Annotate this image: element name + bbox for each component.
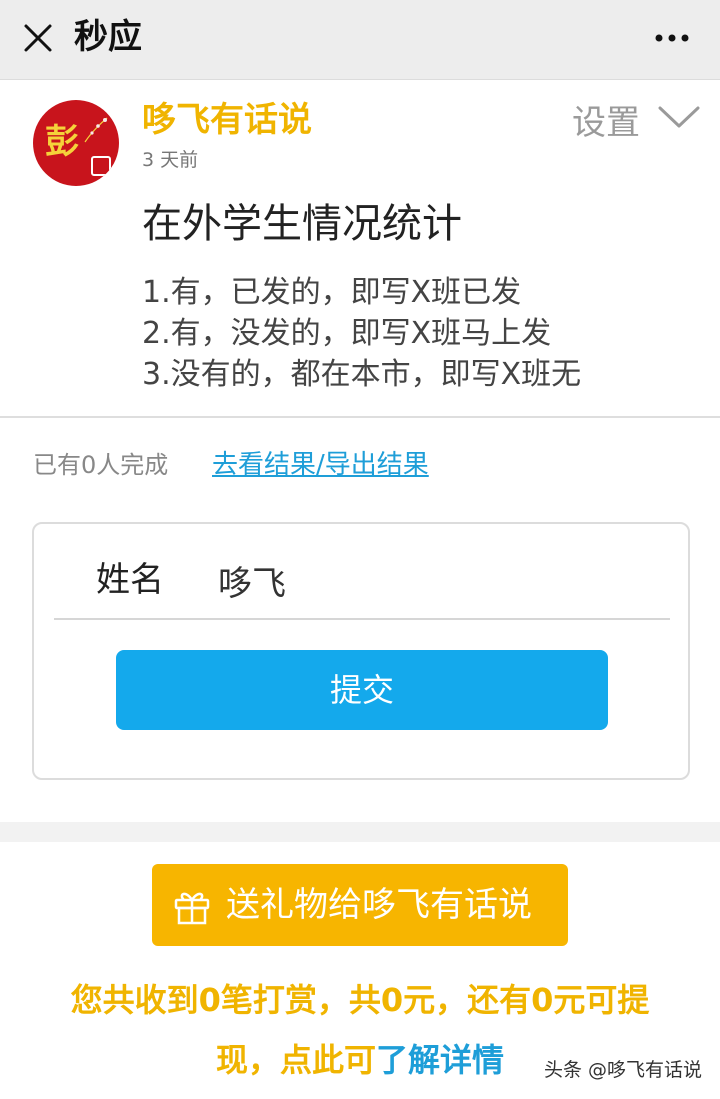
post-body-line: 3.没有的，都在本市，即写X班无 bbox=[142, 357, 582, 392]
page-title: 秒应 bbox=[74, 17, 142, 57]
reward-details-link[interactable]: 了解详情 bbox=[376, 1041, 504, 1079]
send-gift-button[interactable]: 送礼物给哆飞有话说 bbox=[152, 864, 568, 946]
post-body: 1.有，已发的，即写X班已发 2.有，没发的，即写X班马上发 3.没有的，都在本… bbox=[142, 272, 702, 395]
watermark: 头条 @哆飞有话说 bbox=[543, 1059, 702, 1081]
post-title: 在外学生情况统计 bbox=[142, 201, 462, 247]
name-field-label: 姓名 bbox=[96, 560, 164, 600]
submit-button[interactable]: 提交 bbox=[116, 650, 608, 730]
gift-icon bbox=[174, 892, 210, 925]
chevron-down-icon[interactable] bbox=[656, 102, 702, 132]
send-gift-label: 送礼物给哆飞有话说 bbox=[226, 885, 532, 925]
form-card: 姓名 提交 bbox=[32, 522, 690, 780]
author-name[interactable]: 哆飞有话说 bbox=[142, 98, 312, 142]
settings-button[interactable]: 设置 bbox=[572, 100, 640, 146]
gift-section: 送礼物给哆飞有话说 您共收到0笔打赏，共0元，还有0元可提现，点此可了解详情 头… bbox=[0, 842, 720, 1099]
plum-blossom-icon bbox=[84, 117, 108, 143]
avatar-logo-text: 彭 bbox=[45, 122, 79, 162]
name-input[interactable] bbox=[218, 556, 658, 604]
completion-count: 已有0人完成 bbox=[33, 451, 169, 479]
close-icon[interactable] bbox=[20, 20, 56, 56]
avatar[interactable]: 彭 bbox=[33, 100, 119, 186]
field-underline bbox=[54, 618, 670, 620]
flag-icon bbox=[91, 156, 111, 176]
post-card: 彭 哆飞有话说 3 天前 设置 在外学生情况统计 1.有，已发的，即写X班已发 … bbox=[0, 80, 720, 418]
more-icon[interactable] bbox=[652, 26, 692, 50]
post-time: 3 天前 bbox=[142, 149, 199, 171]
top-bar: 秒应 bbox=[0, 0, 720, 80]
form-section: 已有0人完成 去看结果/导出结果 姓名 提交 bbox=[0, 418, 720, 822]
post-body-line: 1.有，已发的，即写X班已发 bbox=[142, 275, 522, 310]
post-body-line: 2.有，没发的，即写X班马上发 bbox=[142, 316, 552, 351]
view-results-link[interactable]: 去看结果/导出结果 bbox=[212, 448, 429, 482]
